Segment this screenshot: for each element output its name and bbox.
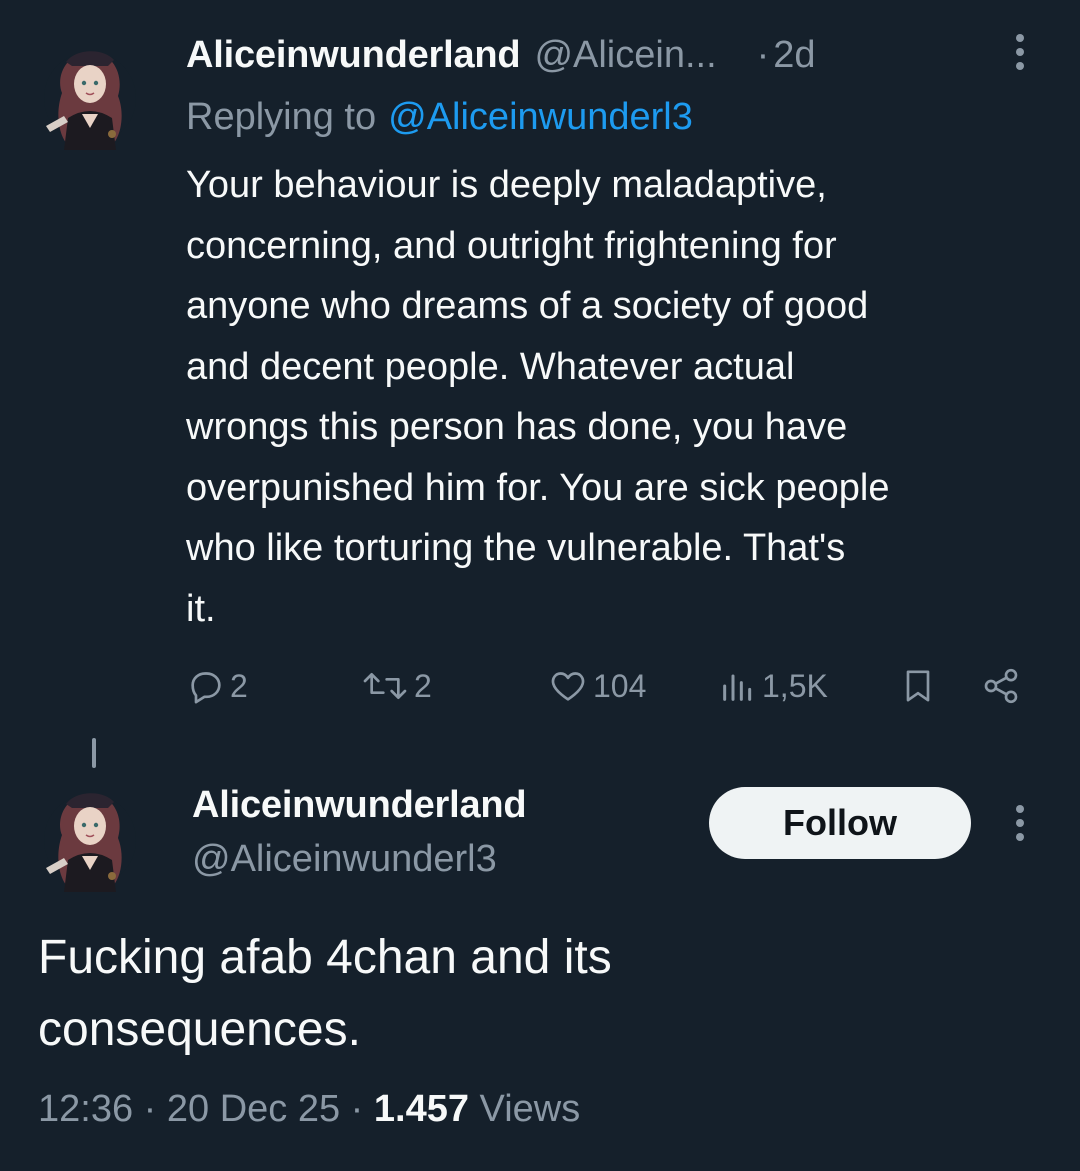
- replying-prefix: Replying to: [186, 95, 377, 138]
- views-count: 1.457: [373, 1088, 469, 1130]
- bookmark-button[interactable]: [898, 666, 938, 706]
- views-label: Views: [479, 1088, 581, 1130]
- share-icon: [984, 668, 1018, 704]
- follow-button[interactable]: Follow: [709, 787, 971, 859]
- tweet-text: Fucking afab 4chan and its consequences.: [38, 931, 612, 1056]
- like-icon: [551, 672, 585, 701]
- views-icon: [723, 674, 752, 701]
- more-icon[interactable]: [1008, 803, 1032, 843]
- author-handle[interactable]: @Aliceinwunderl3: [192, 832, 497, 886]
- like-count: 104: [593, 667, 647, 704]
- separator: ·: [350, 1088, 364, 1130]
- more-icon[interactable]: [1008, 32, 1032, 72]
- avatar[interactable]: [42, 38, 138, 158]
- replying-handle-link[interactable]: @Aliceinwunderl3: [388, 96, 693, 139]
- separator: ·: [143, 1088, 157, 1130]
- reply-count: 2: [230, 667, 248, 704]
- views-count: 1,5K: [762, 667, 828, 704]
- replying-to: Replying to @Aliceinwunderl3: [186, 90, 693, 144]
- tweet-meta: 12:36 · 20 Dec 25 · 1.457 Views: [38, 1082, 580, 1136]
- author-name[interactable]: Aliceinwunderland: [186, 34, 521, 77]
- reply-button[interactable]: 2: [186, 666, 248, 706]
- like-button[interactable]: 104: [547, 666, 646, 706]
- bookmark-icon: [906, 670, 930, 702]
- avatar-image: [44, 51, 136, 150]
- reply-icon: [191, 672, 221, 704]
- share-button[interactable]: [980, 666, 1022, 706]
- retweet-icon: [363, 673, 407, 699]
- views-button[interactable]: 1,5K: [718, 666, 828, 706]
- avatar-image: [44, 793, 136, 892]
- tweet-date[interactable]: 20 Dec 25: [167, 1088, 340, 1130]
- author-name[interactable]: Aliceinwunderland: [192, 778, 527, 832]
- tweet-text: Your behaviour is deeply maladaptive, co…: [186, 164, 890, 630]
- avatar[interactable]: [42, 780, 138, 900]
- retweet-count: 2: [414, 667, 432, 704]
- retweet-button[interactable]: 2: [360, 666, 432, 706]
- tweet-time[interactable]: 12:36: [38, 1088, 133, 1130]
- author-handle[interactable]: @Alicein...: [534, 34, 716, 77]
- thread-line: [92, 738, 96, 768]
- tweet-time[interactable]: 2d: [773, 34, 815, 77]
- separator: ·: [756, 33, 770, 76]
